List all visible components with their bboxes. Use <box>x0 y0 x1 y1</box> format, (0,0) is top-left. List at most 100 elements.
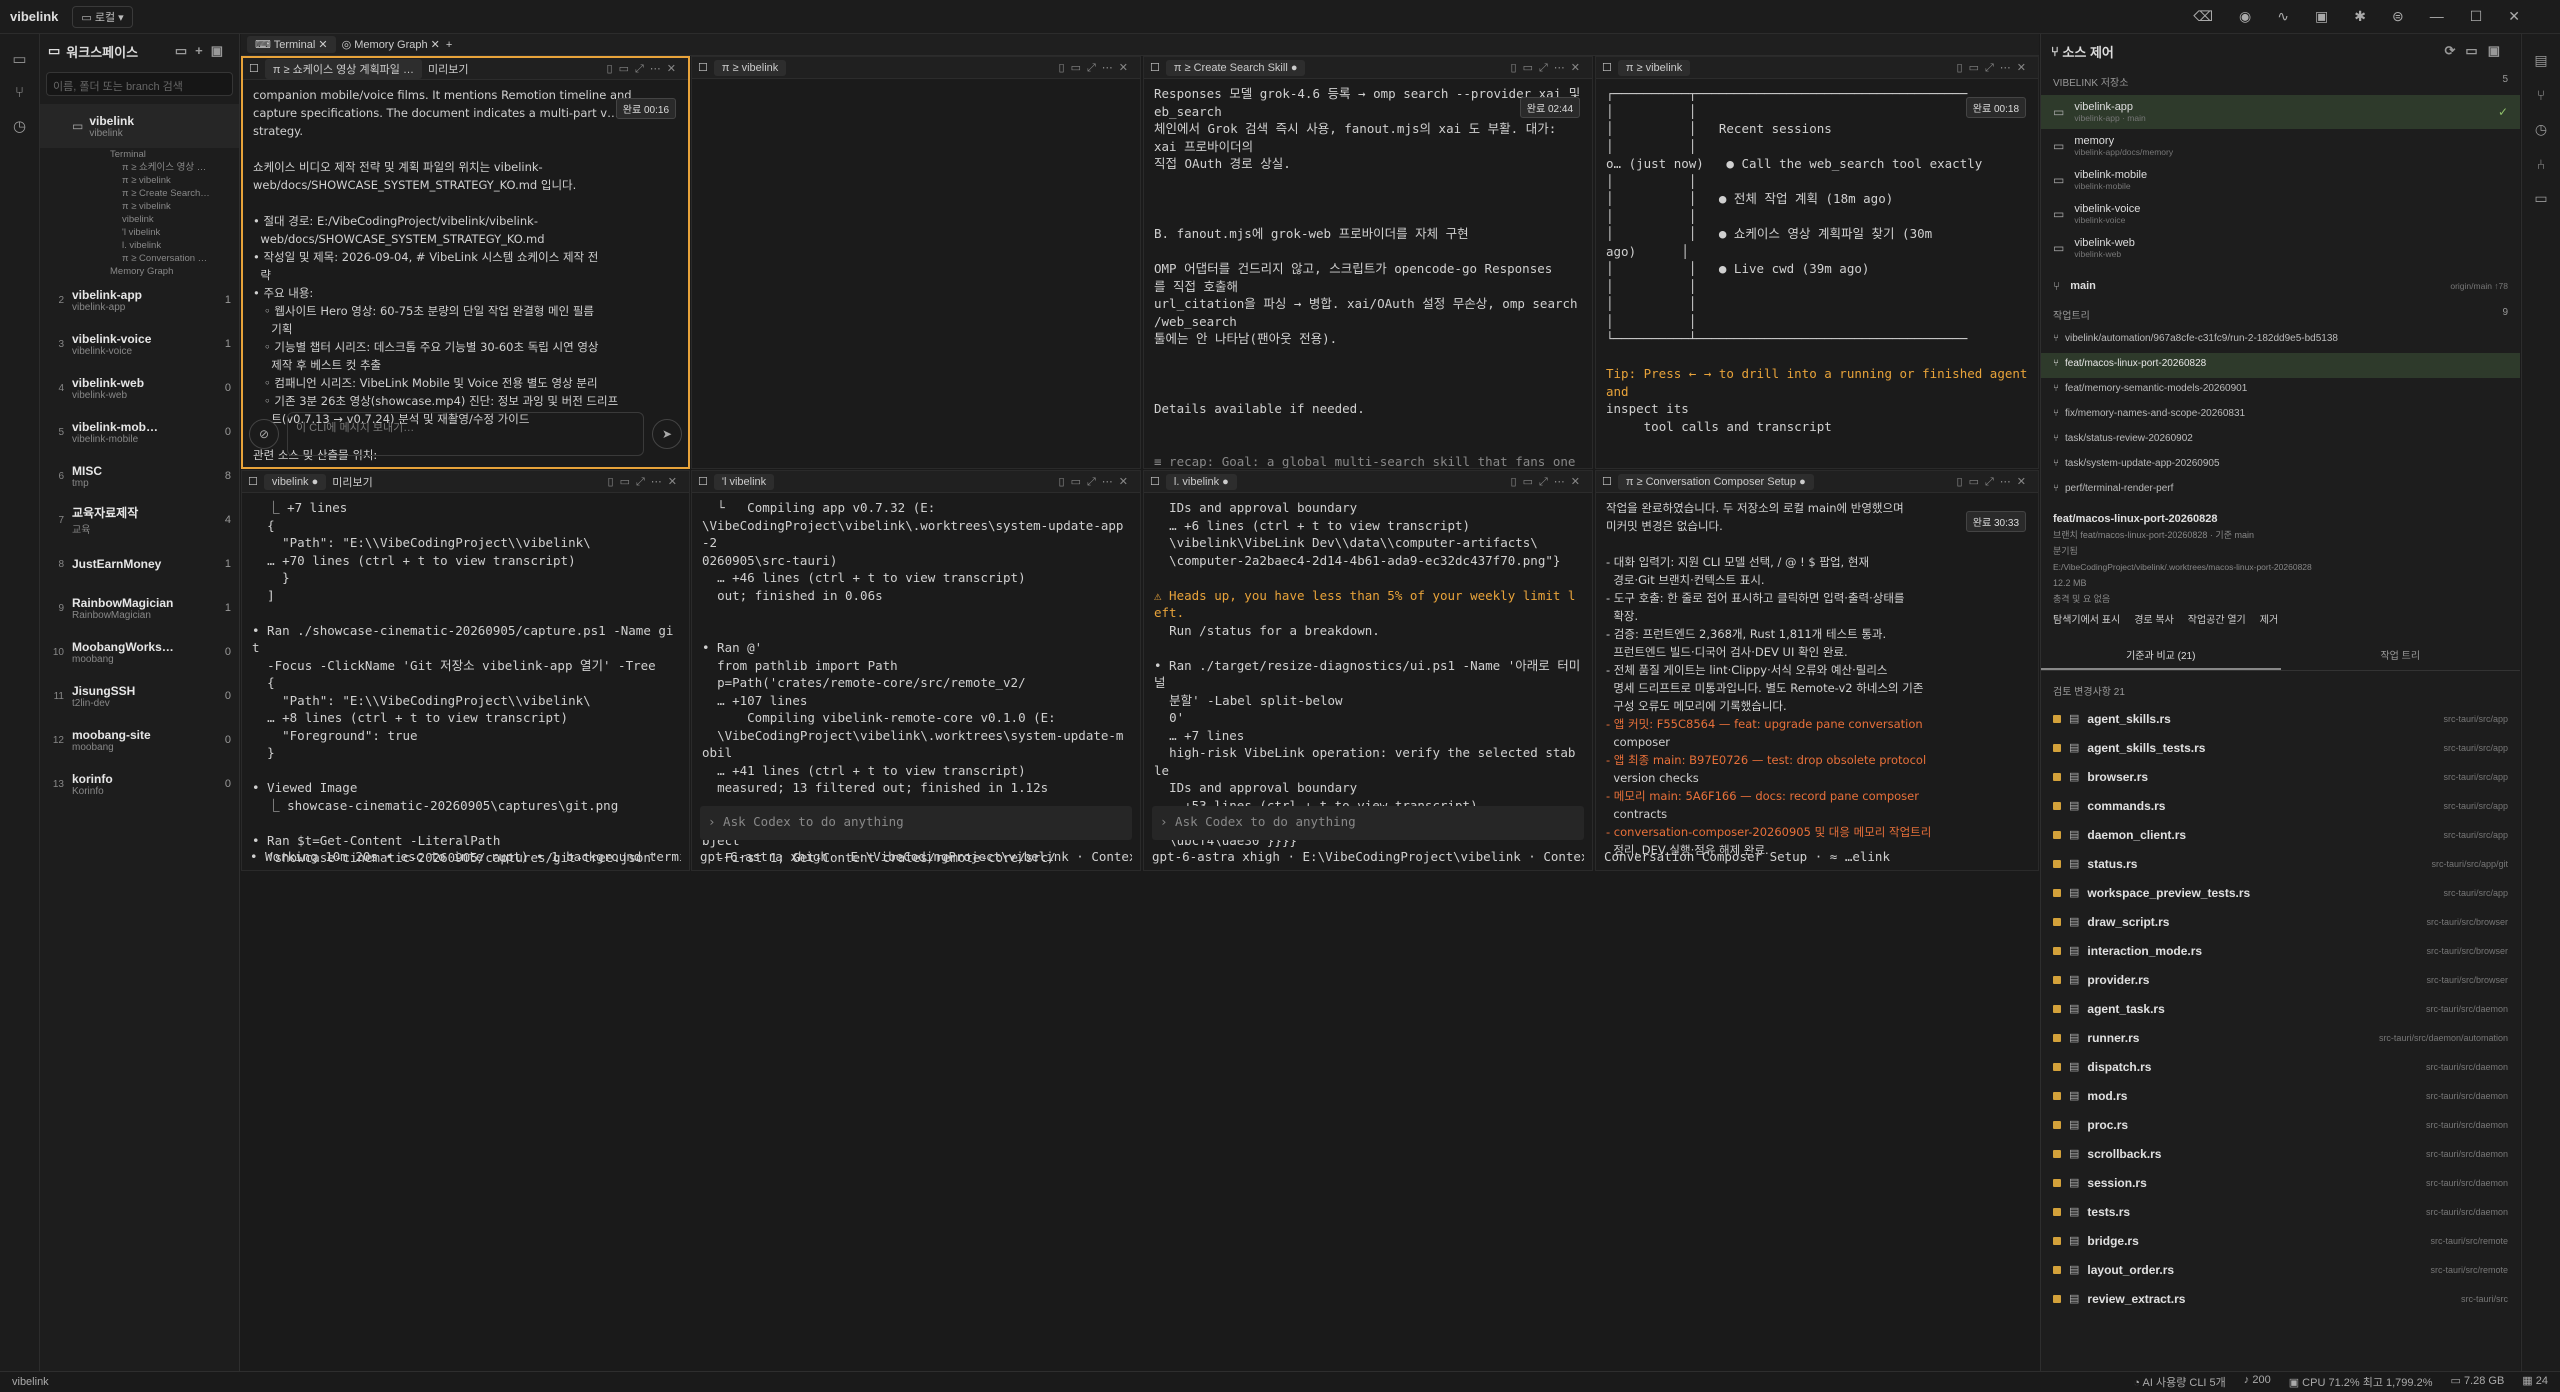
tree-item[interactable]: π ≥ Create Search… <box>110 187 239 200</box>
folder-icon[interactable]: ▭ <box>0 50 39 68</box>
repo-item[interactable]: ▭ vibelink-app vibelink-app · main ✓ <box>2041 95 2520 129</box>
git-icon[interactable]: ⑂ <box>0 84 39 101</box>
tree-item[interactable]: π ≥ Conversation … <box>110 252 239 265</box>
workspace-item[interactable]: 12 moobang-site moobang 0 <box>40 718 239 762</box>
changed-file-item[interactable]: ▤ browser.rs src-tauri/src/app <box>2041 762 2520 791</box>
pane-actions[interactable]: ▯▭⤢⋯✕ <box>1059 475 1134 489</box>
tree-item[interactable]: vibelink <box>110 213 239 226</box>
terminal-pane[interactable]: ☐ π ≥ vibelink ▯▭⤢⋯✕ 완료 00:18 ┌──────────┬──… <box>1595 56 2039 469</box>
workspace-item[interactable]: 9 RainbowMagician RainbowMagician 1 <box>40 586 239 630</box>
pane-tab[interactable]: vibelink ● <box>263 473 327 490</box>
alerts[interactable]: ♪ 200 <box>2244 1374 2271 1390</box>
merge-icon[interactable]: ⑃ <box>2522 156 2560 172</box>
worktree-item[interactable]: ⑂ task/system-update-app-20260905 <box>2041 453 2520 478</box>
workspace-item[interactable]: 10 MoobangWorks… moobang 0 <box>40 630 239 674</box>
ai-usage[interactable]: ◔ AI 사용량 CLI 5개 <box>2133 1374 2225 1390</box>
pane-tab[interactable]: π ≥ Conversation Composer Setup ● <box>1617 473 1814 490</box>
changed-file-item[interactable]: ▤ agent_skills_tests.rs src-tauri/src/app <box>2041 733 2520 762</box>
worktree-item[interactable]: ⑂ perf/terminal-render-perf <box>2041 478 2520 503</box>
pane-tab[interactable]: l. vibelink ● <box>1165 473 1237 490</box>
pane-menu-icon[interactable]: ☐ <box>698 475 708 488</box>
changed-file-item[interactable]: ▤ draw_script.rs src-tauri/src/browser <box>2041 907 2520 936</box>
pane-actions[interactable]: ▯▭⤢⋯✕ <box>1511 61 1586 75</box>
worktree-action-button[interactable]: 경로 복사 <box>2134 613 2174 629</box>
terminal-pane[interactable]: ☐ π ≥ 쇼케이스 영상 계획파일 … 미리보기 ▯▭⤢⋯✕ 완료 00:16 comp… <box>241 56 690 469</box>
changed-file-item[interactable]: ▤ dispatch.rs src-tauri/src/daemon <box>2041 1052 2520 1081</box>
changed-file-item[interactable]: ▤ provider.rs src-tauri/src/browser <box>2041 965 2520 994</box>
current-branch[interactable]: ⑂ main origin/main ↑78 <box>2041 271 2520 301</box>
file-icon[interactable]: ▤ <box>2522 52 2560 69</box>
close-icon[interactable]: ✕ <box>2508 8 2520 25</box>
repo-item[interactable]: ▭ vibelink-web vibelink-web <box>2041 231 2520 265</box>
activity-icon[interactable]: ∿ <box>2277 8 2289 25</box>
pane-actions[interactable]: ▯▭⤢⋯✕ <box>1059 61 1134 75</box>
tab-worktree[interactable]: 작업 트리 <box>2281 641 2521 670</box>
tree-item[interactable]: π ≥ vibelink <box>110 174 239 187</box>
tree-item[interactable]: π ≥ 쇼케이스 영상 … <box>110 161 239 174</box>
repo-item[interactable]: ▭ memory vibelink-app/docs/memory <box>2041 129 2520 163</box>
terminal-pane[interactable]: ☐ l. vibelink ● ▯▭⤢⋯✕ IDs and approval bou… <box>1143 470 1593 871</box>
tree-item[interactable]: π ≥ vibelink <box>110 200 239 213</box>
tab-compare[interactable]: 기준과 비교 (21) <box>2041 641 2281 670</box>
pane-menu-icon[interactable]: ☐ <box>1150 475 1160 488</box>
pane-menu-icon[interactable]: ☐ <box>248 475 258 488</box>
send-icon[interactable]: ➤ <box>652 419 682 449</box>
tree-item[interactable]: Terminal <box>110 148 239 161</box>
pane-tab[interactable]: 'l vibelink <box>713 473 775 490</box>
workspace-item[interactable]: 5 vibelink-mob… vibelink-mobile 0 <box>40 410 239 454</box>
new-tab-button[interactable]: + <box>446 39 452 51</box>
pane-actions[interactable]: ▯▭⤢⋯✕ <box>1957 475 2032 489</box>
workspace-item[interactable]: 11 JisungSSH t2lin-dev 0 <box>40 674 239 718</box>
pane-tab[interactable]: π ≥ vibelink <box>1617 59 1691 76</box>
worktree-action-button[interactable]: 작업공간 열기 <box>2188 613 2246 629</box>
pane-preview-tab[interactable]: 미리보기 <box>332 474 372 490</box>
pane-menu-icon[interactable]: ☐ <box>1602 61 1612 74</box>
changed-file-item[interactable]: ▤ interaction_mode.rs src-tauri/src/browse… <box>2041 936 2520 965</box>
changed-file-item[interactable]: ▤ runner.rs src-tauri/src/daemon/automatio… <box>2041 1023 2520 1052</box>
worktree-item[interactable]: ⑂ vibelink/automation/967a8cfe-c31fc9/run… <box>2041 328 2520 353</box>
workspace-item[interactable]: ▭ vibelink vibelink <box>40 104 239 148</box>
pane-tab[interactable]: π ≥ Create Search Skill ● <box>1165 59 1306 76</box>
pane-menu-icon[interactable]: ☐ <box>249 62 259 75</box>
pane-menu-icon[interactable]: ☐ <box>1602 475 1612 488</box>
worktree-action-button[interactable]: 제거 <box>2260 613 2278 629</box>
repo-item[interactable]: ▭ vibelink-mobile vibelink-mobile <box>2041 163 2520 197</box>
eraser-icon[interactable]: ⌫ <box>2193 8 2213 25</box>
history-icon[interactable]: ◷ <box>2522 121 2560 138</box>
terminal-pane[interactable]: ☐ 'l vibelink ▯▭⤢⋯✕ └ Compiling app v0.7.3… <box>691 470 1141 871</box>
workspace-item[interactable]: 7 교육자료제작 교육 4 <box>40 498 239 542</box>
source-control-icon[interactable]: ⑂ <box>2522 87 2560 103</box>
changed-file-item[interactable]: ▤ commands.rs src-tauri/src/app <box>2041 791 2520 820</box>
changed-file-item[interactable]: ▤ layout_order.rs src-tauri/src/remote <box>2041 1255 2520 1284</box>
chat-input[interactable]: 이 CLI에 메시지 보내기… <box>287 412 644 456</box>
changed-file-item[interactable]: ▤ workspace_preview_tests.rs src-tauri/src… <box>2041 878 2520 907</box>
camera-icon[interactable]: ◉ <box>2239 8 2251 25</box>
terminal-pane[interactable]: ☐ π ≥ Conversation Composer Setup ● ▯▭⤢⋯✕ 완… <box>1595 470 2039 871</box>
workspace-item[interactable]: 8 JustEarnMoney 1 <box>40 542 239 586</box>
toggle-icon[interactable]: ⊜ <box>2392 8 2404 25</box>
changed-file-item[interactable]: ▤ status.rs src-tauri/src/app/git <box>2041 849 2520 878</box>
search-input[interactable]: 이름, 폴더 또는 branch 검색 <box>46 72 233 96</box>
changed-file-item[interactable]: ▤ agent_skills.rs src-tauri/src/app <box>2041 704 2520 733</box>
tab-terminal[interactable]: ⌨ Terminal ✕ <box>247 36 336 53</box>
worktree-item[interactable]: ⑂ feat/memory-semantic-models-20260901 <box>2041 378 2520 403</box>
bug-icon[interactable]: ✱ <box>2354 8 2366 25</box>
workspace-item[interactable]: 4 vibelink-web vibelink-web 0 <box>40 366 239 410</box>
tree-item[interactable]: 'l vibelink <box>110 226 239 239</box>
terminal-pane[interactable]: ☐ vibelink ● 미리보기 ▯▭⤢⋯✕ ⎿ +7 lines { "Path"… <box>241 470 690 871</box>
prompt-input[interactable]: › Ask Codex to do anything <box>700 806 1132 840</box>
tree-item[interactable]: l. vibelink <box>110 239 239 252</box>
changed-file-item[interactable]: ▤ review_extract.rs src-tauri/src <box>2041 1284 2520 1313</box>
pane-tab[interactable]: π ≥ 쇼케이스 영상 계획파일 … <box>264 58 422 79</box>
sidebar-actions[interactable]: ▭+▣ <box>175 43 231 59</box>
terminal-pane[interactable]: ☐ π ≥ vibelink ▯▭⤢⋯✕ <box>691 56 1141 469</box>
workspace-item[interactable]: 13 korinfo Korinfo 0 <box>40 762 239 806</box>
worktree-item[interactable]: ⑂ fix/memory-names-and-scope-20260831 <box>2041 403 2520 428</box>
maximize-icon[interactable]: ☐ <box>2470 8 2483 25</box>
terminal-pane[interactable]: ☐ π ≥ Create Search Skill ● ▯▭⤢⋯✕ 완료 02:44 R… <box>1143 56 1593 469</box>
changed-file-item[interactable]: ▤ scrollback.rs src-tauri/src/daemon <box>2041 1139 2520 1168</box>
branch-selector[interactable]: ▭ 로컬 ▾ <box>72 5 133 28</box>
worktree-item[interactable]: ⑂ feat/macos-linux-port-20260828 <box>2041 353 2520 378</box>
prompt-input[interactable]: › Ask Codex to do anything <box>1152 806 1584 840</box>
worktree-action-button[interactable]: 탐색기에서 표시 <box>2053 613 2120 629</box>
